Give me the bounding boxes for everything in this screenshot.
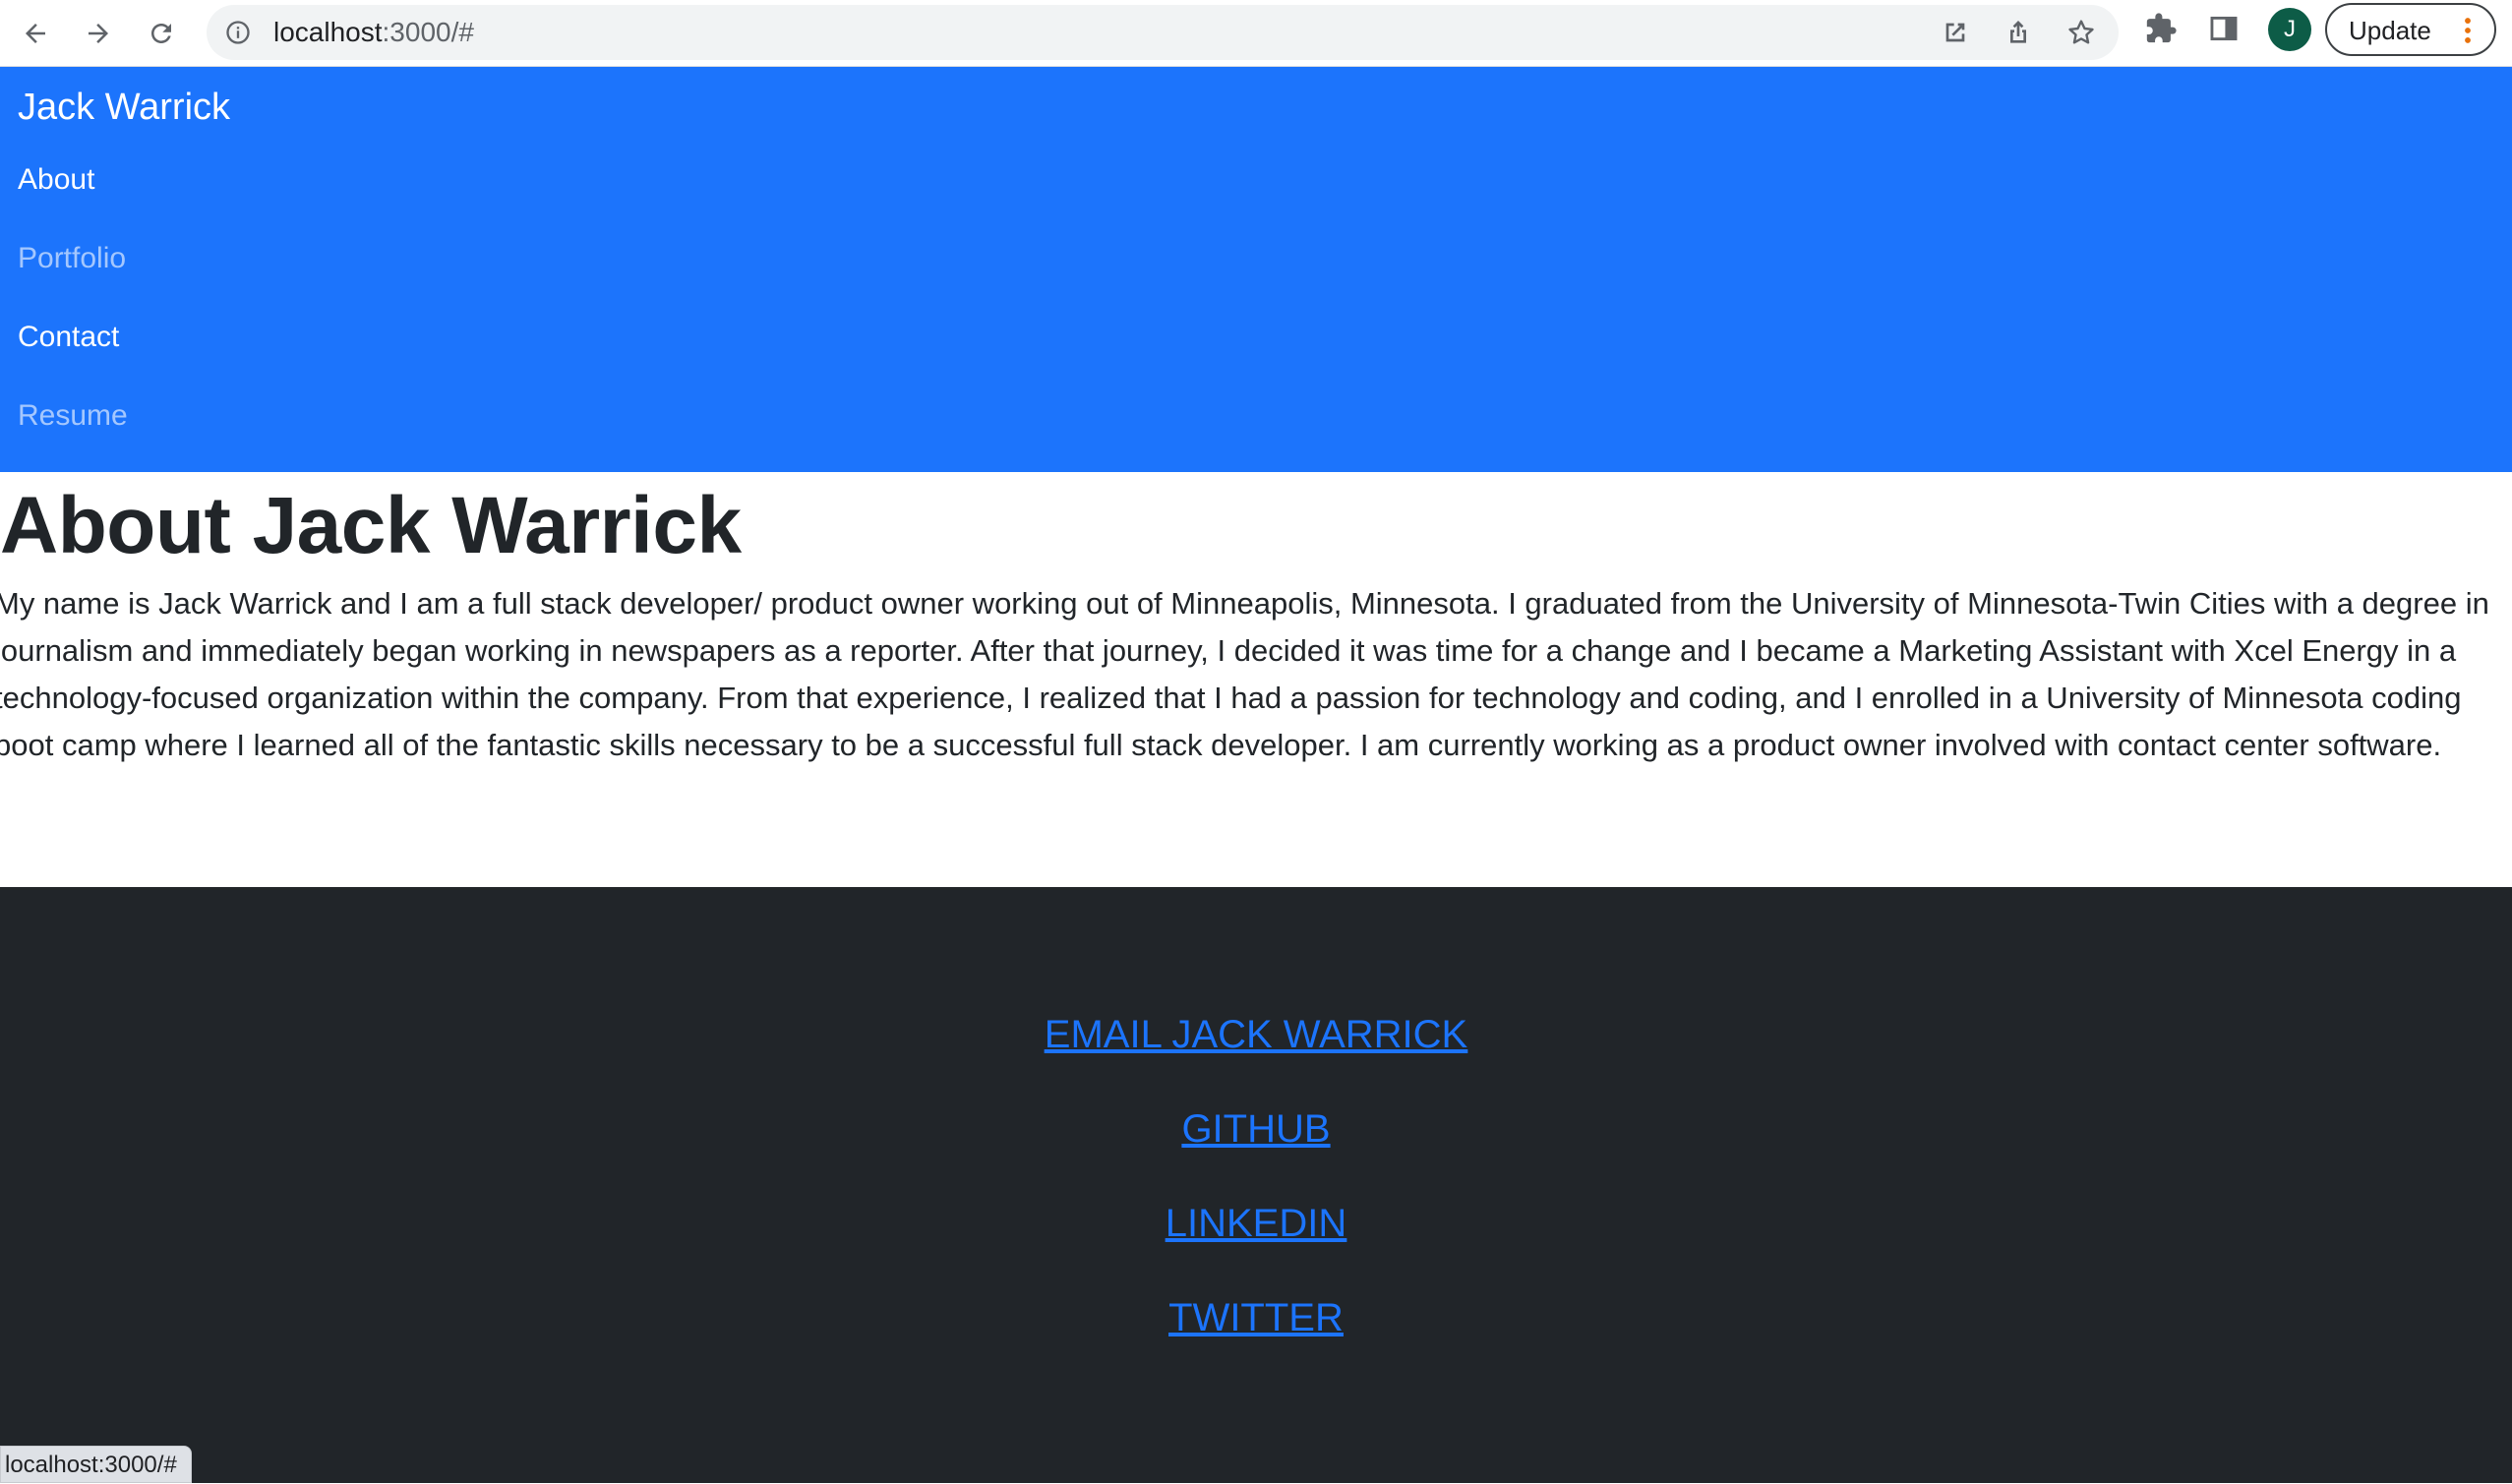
kebab-menu-icon [2465, 18, 2471, 43]
avatar[interactable]: J [2268, 8, 2311, 51]
update-label: Update [2349, 16, 2431, 45]
status-url-bubble: localhost:3000/# [0, 1446, 192, 1483]
email-link[interactable]: EMAIL JACK WARRICK [1045, 1013, 1467, 1056]
reload-button[interactable] [142, 14, 181, 53]
page-title: About Jack Warrick [0, 481, 742, 570]
nav-link-resume[interactable]: Resume [18, 399, 128, 433]
twitter-link[interactable]: TWITTER [1168, 1296, 1344, 1339]
site-navbar: Jack Warrick About Portfolio Contact Res… [0, 67, 2512, 472]
footer-link-twitter-row: TWITTER [0, 1296, 2512, 1340]
external-link-icon[interactable] [1940, 17, 1971, 48]
github-link[interactable]: GITHUB [1181, 1107, 1330, 1151]
arrow-left-icon [26, 24, 45, 43]
url-host: localhost [273, 17, 383, 47]
linkedin-link[interactable]: LINKEDIN [1166, 1202, 1347, 1245]
reload-icon [151, 24, 171, 43]
url-path: :3000/# [382, 17, 474, 47]
side-panel-icon[interactable] [2207, 12, 2241, 45]
update-button[interactable]: Update [2325, 3, 2496, 56]
star-icon[interactable] [2065, 17, 2097, 48]
info-icon[interactable] [224, 19, 252, 46]
nav-link-about[interactable]: About [18, 163, 94, 197]
address-bar[interactable]: localhost:3000/# [207, 5, 2119, 60]
url-text[interactable]: localhost:3000/# [273, 5, 474, 60]
about-paragraph: My name is Jack Warrick and I am a full … [0, 586, 2489, 762]
footer-link-github-row: GITHUB [0, 1107, 2512, 1152]
share-icon[interactable] [2003, 17, 2034, 48]
brand-link[interactable]: Jack Warrick [18, 87, 230, 129]
nav-link-contact[interactable]: Contact [18, 321, 119, 354]
arrow-right-icon [89, 24, 108, 43]
forward-button[interactable] [79, 14, 118, 53]
back-button[interactable] [16, 14, 55, 53]
puzzle-icon[interactable] [2144, 12, 2178, 45]
nav-link-portfolio[interactable]: Portfolio [18, 242, 126, 275]
footer-link-email-row: EMAIL JACK WARRICK [0, 1013, 2512, 1057]
browser-toolbar: localhost:3000/# J Update [0, 0, 2512, 67]
footer: EMAIL JACK WARRICK GITHUB LINKEDIN TWITT… [0, 887, 2512, 1483]
footer-link-linkedin-row: LINKEDIN [0, 1202, 2512, 1246]
